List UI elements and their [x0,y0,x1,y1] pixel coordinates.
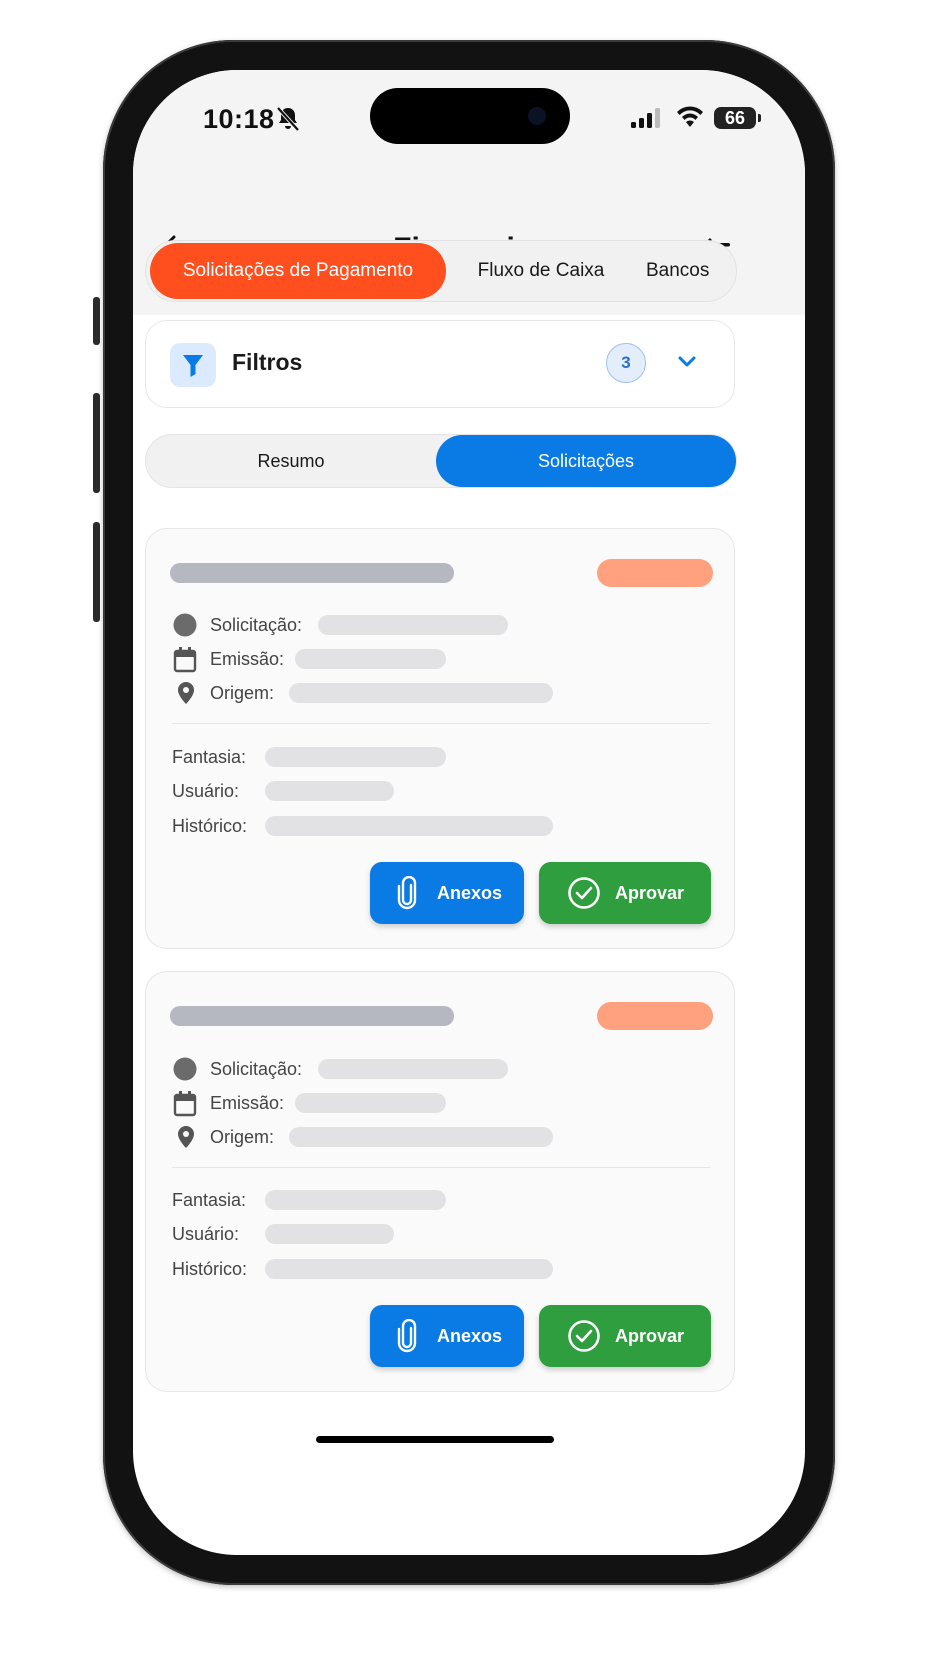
camera-icon [528,107,546,125]
location-pin-icon [178,682,194,704]
attachments-button[interactable]: Anexos [370,862,524,924]
action-button [93,297,100,345]
circle-icon [173,1057,197,1081]
approve-label: Aprovar [615,883,685,903]
segment-resumo[interactable]: Resumo [146,435,436,487]
historico-value-skeleton [265,1259,553,1279]
filters-panel[interactable]: Filtros 3 [145,320,735,408]
chevron-down-icon[interactable] [677,355,697,369]
fantasia-label: Fantasia: [172,747,247,767]
calendar-icon [173,647,197,673]
signal-icon [631,108,660,128]
card-divider [172,1167,710,1168]
status-time: 10:18 [203,104,275,134]
phone-screen: 10:18 66 Financeiro [133,70,805,1555]
emissao-label: Emissão: [210,1093,285,1113]
check-circle-icon [568,1320,600,1352]
attachments-button[interactable]: Anexos [370,1305,524,1367]
check-circle-icon [568,877,600,909]
usuario-label: Usuário: [172,1224,240,1244]
filters-label: Filtros [232,349,303,375]
view-segmented-control: Resumo Solicitações [145,434,737,488]
battery-indicator: 66 [714,107,756,129]
origem-value-skeleton [289,1127,553,1147]
segment-solicitacoes[interactable]: Solicitações [436,435,736,487]
historico-value-skeleton [265,816,553,836]
emissao-label: Emissão: [210,649,285,669]
tab-solicitacoes-pagamento[interactable]: Solicitações de Pagamento [150,243,446,299]
attachments-label: Anexos [437,1326,503,1346]
status-badge-skeleton [597,1002,713,1030]
solicitacao-value-skeleton [318,615,508,635]
request-card: Solicitação: Emissão: Origem: Fantasia: … [145,528,735,949]
solicitacao-value-skeleton [318,1059,508,1079]
title-skeleton [170,563,454,583]
status-bar: 10:18 66 [133,70,805,170]
origem-value-skeleton [289,683,553,703]
wifi-icon [677,106,703,127]
bell-slash-icon [276,106,300,132]
volume-down-button [93,522,100,622]
usuario-value-skeleton [265,1224,394,1244]
historico-label: Histórico: [172,1259,248,1279]
dynamic-island [370,88,570,144]
approve-button[interactable]: Aprovar [539,1305,711,1367]
tab-bancos[interactable]: Bancos [646,241,736,301]
origem-label: Origem: [210,1127,275,1147]
usuario-value-skeleton [265,781,394,801]
fantasia-label: Fantasia: [172,1190,247,1210]
approve-button[interactable]: Aprovar [539,862,711,924]
tab-fluxo-de-caixa[interactable]: Fluxo de Caixa [456,241,626,301]
usuario-label: Usuário: [172,781,240,801]
calendar-icon [173,1091,197,1117]
volume-up-button [93,393,100,493]
status-badge-skeleton [597,559,713,587]
approve-label: Aprovar [615,1326,685,1346]
circle-icon [173,613,197,637]
solicitacao-label: Solicitação: [210,615,303,635]
paperclip-icon [397,876,417,910]
historico-label: Histórico: [172,816,248,836]
origem-label: Origem: [210,683,275,703]
funnel-icon [170,343,216,387]
emissao-value-skeleton [295,649,446,669]
home-indicator[interactable] [316,1436,554,1443]
solicitacao-label: Solicitação: [210,1059,303,1079]
request-card: Solicitação: Emissão: Origem: Fantasia: … [145,971,735,1392]
location-pin-icon [178,1126,194,1148]
fantasia-value-skeleton [265,747,446,767]
paperclip-icon [397,1319,417,1353]
battery-tip [758,114,761,122]
fantasia-value-skeleton [265,1190,446,1210]
filters-count-badge: 3 [606,343,646,383]
top-tabs: Solicitações de Pagamento Fluxo de Caixa… [145,240,737,302]
card-divider [172,723,710,724]
attachments-label: Anexos [437,883,503,903]
emissao-value-skeleton [295,1093,446,1113]
title-skeleton [170,1006,454,1026]
